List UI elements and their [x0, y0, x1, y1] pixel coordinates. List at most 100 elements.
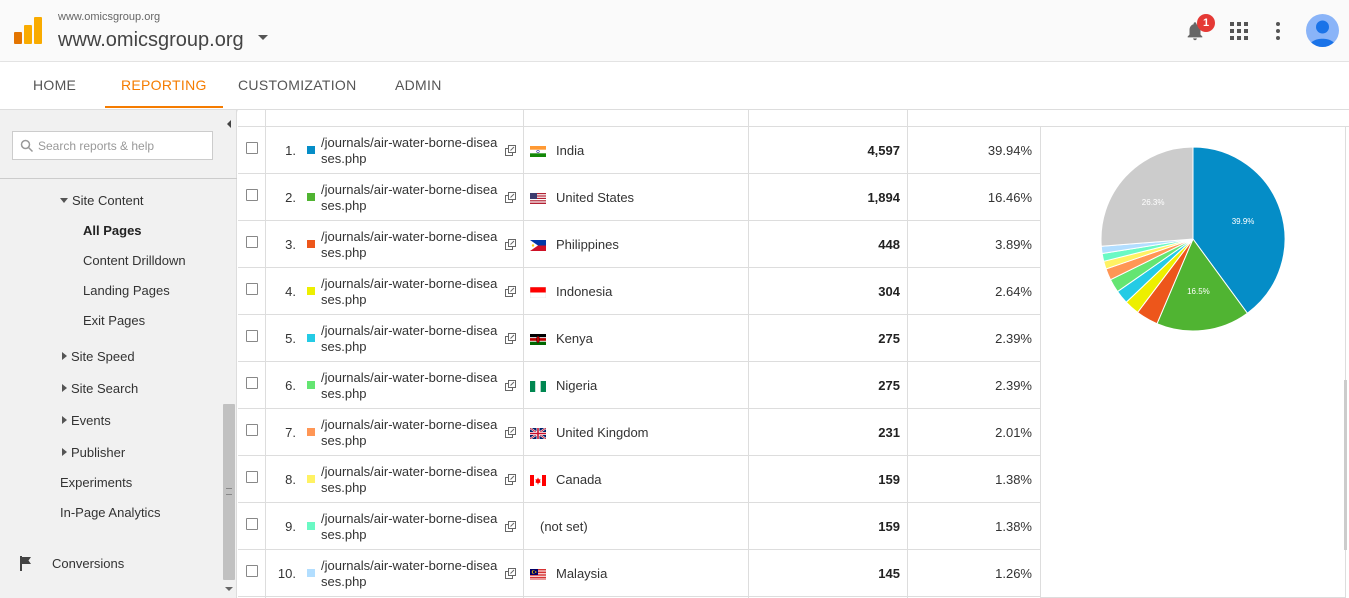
pageviews-value: 1,894	[867, 190, 900, 205]
row-checkbox[interactable]	[246, 471, 258, 483]
row-rank: 1.	[285, 143, 296, 158]
search-icon	[20, 139, 34, 153]
open-external-icon[interactable]	[505, 427, 516, 438]
sidebar-item-exit-pages[interactable]: Exit Pages	[83, 313, 145, 328]
apps-grid-icon[interactable]	[1229, 21, 1249, 41]
sidebar-item-content-drilldown[interactable]: Content Drilldown	[83, 253, 186, 268]
country-name[interactable]: Kenya	[556, 331, 593, 346]
triangle-right-icon	[62, 416, 67, 424]
pageviews-value: 304	[878, 284, 900, 299]
country-name[interactable]: Nigeria	[556, 378, 597, 393]
col-divider	[748, 110, 749, 598]
sidebar-item-all-pages[interactable]: All Pages	[83, 223, 142, 238]
tab-home[interactable]: HOME	[33, 62, 76, 108]
sidebar-item-site-speed[interactable]: Site Speed	[62, 349, 135, 364]
open-external-icon[interactable]	[505, 333, 516, 344]
page-path-link[interactable]: /journals/air-water-borne-diseases.php	[321, 182, 503, 214]
pie-chart-panel: 39.9% 16.5% 26.3%	[1040, 127, 1346, 598]
sidebar-item-publisher[interactable]: Publisher	[62, 445, 125, 460]
page-path-link[interactable]: /journals/air-water-borne-diseases.php	[321, 558, 503, 590]
scroll-down-arrow-icon[interactable]	[225, 587, 233, 591]
row-rank: 9.	[285, 519, 296, 534]
sidebar-item-experiments[interactable]: Experiments	[60, 475, 132, 490]
row-checkbox[interactable]	[246, 518, 258, 530]
country-name[interactable]: Canada	[556, 472, 602, 487]
pie-slice[interactable]	[1100, 146, 1194, 247]
country-name[interactable]: United States	[556, 190, 634, 205]
pageviews-percent: 1.26%	[995, 566, 1032, 581]
row-checkbox[interactable]	[246, 236, 258, 248]
page-path-link[interactable]: /journals/air-water-borne-diseases.php	[321, 276, 503, 308]
sidebar-item-conversions[interactable]: Conversions	[52, 556, 124, 571]
country-name[interactable]: United Kingdom	[556, 425, 649, 440]
sidebar-item-in-page-analytics[interactable]: In-Page Analytics	[60, 505, 160, 520]
pageviews-value: 275	[878, 331, 900, 346]
search-input[interactable]	[38, 137, 208, 155]
open-external-icon[interactable]	[505, 192, 516, 203]
row-rank: 8.	[285, 472, 296, 487]
country-name[interactable]: Indonesia	[556, 284, 612, 299]
open-external-icon[interactable]	[505, 145, 516, 156]
series-color-swatch	[307, 381, 315, 389]
tab-customization[interactable]: CUSTOMIZATION	[238, 62, 357, 108]
sidebar-item-events[interactable]: Events	[62, 413, 111, 428]
open-external-icon[interactable]	[505, 380, 516, 391]
country-name[interactable]: Malaysia	[556, 566, 607, 581]
page-path-link[interactable]: /journals/air-water-borne-diseases.php	[321, 464, 503, 496]
sidebar-item-site-search[interactable]: Site Search	[62, 381, 138, 396]
account-selector[interactable]: www.omicsgroup.org	[58, 29, 244, 52]
tab-reporting[interactable]: REPORTING	[105, 62, 223, 108]
more-vert-icon[interactable]	[1272, 21, 1284, 41]
page-scrollbar[interactable]	[1344, 380, 1347, 550]
col-divider	[523, 110, 524, 598]
page-path-link[interactable]: /journals/air-water-borne-diseases.php	[321, 323, 503, 355]
series-color-swatch	[307, 475, 315, 483]
analytics-logo-icon[interactable]	[14, 17, 42, 44]
tab-admin[interactable]: ADMIN	[395, 62, 442, 108]
table-row: 3. /journals/air-water-borne-diseases.php…	[238, 221, 1040, 268]
pageviews-percent: 1.38%	[995, 472, 1032, 487]
row-checkbox[interactable]	[246, 283, 258, 295]
open-external-icon[interactable]	[505, 286, 516, 297]
uk-flag-icon	[530, 428, 546, 439]
avatar[interactable]	[1306, 14, 1339, 47]
row-checkbox[interactable]	[246, 377, 258, 389]
pie-slice-label: 39.9%	[1231, 217, 1255, 227]
row-checkbox[interactable]	[246, 565, 258, 577]
page-path-link[interactable]: /journals/air-water-borne-diseases.php	[321, 511, 503, 543]
chevron-down-icon[interactable]	[258, 35, 268, 40]
pageviews-percent: 2.39%	[995, 331, 1032, 346]
pageviews-percent: 16.46%	[987, 190, 1032, 205]
sidebar-item-site-content[interactable]: Site Content	[60, 193, 144, 208]
country-name[interactable]: India	[556, 143, 584, 158]
notification-badge[interactable]: 1	[1197, 14, 1215, 32]
row-checkbox[interactable]	[246, 424, 258, 436]
series-color-swatch	[307, 240, 315, 248]
open-external-icon[interactable]	[505, 568, 516, 579]
sidebar-item-landing-pages[interactable]: Landing Pages	[83, 283, 170, 298]
malaysia-flag-icon	[530, 569, 546, 580]
col-divider	[265, 110, 266, 598]
open-external-icon[interactable]	[505, 474, 516, 485]
country-name[interactable]: Philippines	[556, 237, 619, 252]
row-checkbox[interactable]	[246, 330, 258, 342]
open-external-icon[interactable]	[505, 239, 516, 250]
row-checkbox[interactable]	[246, 142, 258, 154]
collapse-sidebar-icon[interactable]	[222, 114, 236, 134]
page-path-link[interactable]: /journals/air-water-borne-diseases.php	[321, 135, 503, 167]
search-box[interactable]	[12, 131, 213, 160]
app-header: www.omicsgroup.org www.omicsgroup.org 1	[0, 0, 1349, 62]
table-row: 5. /journals/air-water-borne-diseases.php…	[238, 315, 1040, 362]
series-color-swatch	[307, 334, 315, 342]
divider	[0, 178, 237, 179]
open-external-icon[interactable]	[505, 521, 516, 532]
pageviews-value: 4,597	[867, 143, 900, 158]
pageviews-percent: 2.64%	[995, 284, 1032, 299]
flag-icon	[20, 556, 31, 571]
pageviews-value: 448	[878, 237, 900, 252]
page-path-link[interactable]: /journals/air-water-borne-diseases.php	[321, 370, 503, 402]
page-path-link[interactable]: /journals/air-water-borne-diseases.php	[321, 229, 503, 261]
row-checkbox[interactable]	[246, 189, 258, 201]
page-path-link[interactable]: /journals/air-water-borne-diseases.php	[321, 417, 503, 449]
country-name[interactable]: (not set)	[540, 519, 588, 534]
